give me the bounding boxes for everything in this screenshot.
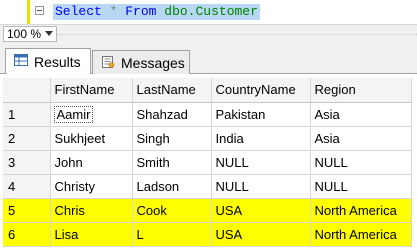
tab-results-label: Results [34,54,81,70]
change-margin-bar [27,0,30,24]
chevron-down-icon[interactable] [45,31,53,36]
tab-results[interactable]: Results [5,48,91,74]
row-number[interactable]: 2 [3,126,51,151]
zoom-bar: 100 % [0,24,417,44]
cell-countryname[interactable]: NULL [211,150,311,175]
query-editor[interactable]: Select * From dbo.Customer [0,0,417,24]
cell-firstname[interactable]: Lisa [50,222,133,247]
cell-region[interactable]: NULL [310,174,412,199]
cell-region[interactable]: Asia [310,126,412,151]
row-number[interactable]: 3 [3,150,51,175]
results-tab-bar: Results Messages [0,44,417,74]
header-row: FirstName LastName CountryName Region [3,78,412,103]
cell-countryname[interactable]: Pakistan [211,102,311,127]
column-header-countryname[interactable]: CountryName [211,78,311,103]
cell-region[interactable]: North America [310,198,412,223]
collapse-icon[interactable] [35,6,44,15]
column-header-lastname[interactable]: LastName [132,78,212,103]
tab-messages-label: Messages [121,55,185,71]
cell-region[interactable]: Asia [310,102,412,127]
zoom-divider [57,34,417,35]
row-number[interactable]: 1 [3,102,51,127]
results-table: FirstName LastName CountryName Region 1 … [3,78,412,247]
cell-countryname[interactable]: USA [211,222,311,247]
cell-lastname[interactable]: Singh [132,126,212,151]
cell-lastname[interactable]: L [132,222,212,247]
messages-icon [102,56,115,68]
cell-lastname[interactable]: Shahzad [132,102,212,127]
sql-keyword-from: From [125,4,157,19]
tab-messages[interactable]: Messages [92,50,190,74]
cell-firstname[interactable]: Aamir [50,102,133,127]
zoom-value: 100 % [7,27,42,41]
sql-keyword-select: Select [55,4,102,19]
results-grid-icon [14,54,28,66]
row-number[interactable]: 6 [3,222,51,247]
cell-firstname-value: Aamir [53,105,94,123]
row-number-header[interactable] [3,78,51,103]
cell-countryname[interactable]: USA [211,198,311,223]
cell-firstname[interactable]: Sukhjeet [50,126,133,151]
table-row[interactable]: 4 Christy Ladson NULL NULL [3,174,412,199]
row-number[interactable]: 4 [3,174,51,199]
column-header-region[interactable]: Region [310,78,412,103]
cell-countryname[interactable]: India [211,126,311,151]
cell-lastname[interactable]: Ladson [132,174,212,199]
cell-lastname[interactable]: Cook [132,198,212,223]
sql-table-name: dbo.Customer [164,4,258,19]
cell-firstname[interactable]: John [50,150,133,175]
row-number[interactable]: 5 [3,198,51,223]
sql-query-text[interactable]: Select * From dbo.Customer [53,4,260,20]
cell-lastname[interactable]: Smith [132,150,212,175]
cell-region[interactable]: NULL [310,150,412,175]
sql-star: * [109,4,118,19]
table-row[interactable]: 3 John Smith NULL NULL [3,150,412,175]
cell-firstname[interactable]: Christy [50,174,133,199]
cell-region[interactable]: North America [310,222,412,247]
table-row[interactable]: 1 Aamir Shahzad Pakistan Asia [3,102,412,127]
table-row-highlighted[interactable]: 6 Lisa L USA North America [3,222,412,247]
column-header-firstname[interactable]: FirstName [50,78,133,103]
zoom-dropdown[interactable]: 100 % [3,26,57,42]
cell-firstname[interactable]: Chris [50,198,133,223]
cell-countryname[interactable]: NULL [211,174,311,199]
table-row-highlighted[interactable]: 5 Chris Cook USA North America [3,198,412,223]
results-grid[interactable]: FirstName LastName CountryName Region 1 … [0,74,417,251]
table-row[interactable]: 2 Sukhjeet Singh India Asia [3,126,412,151]
